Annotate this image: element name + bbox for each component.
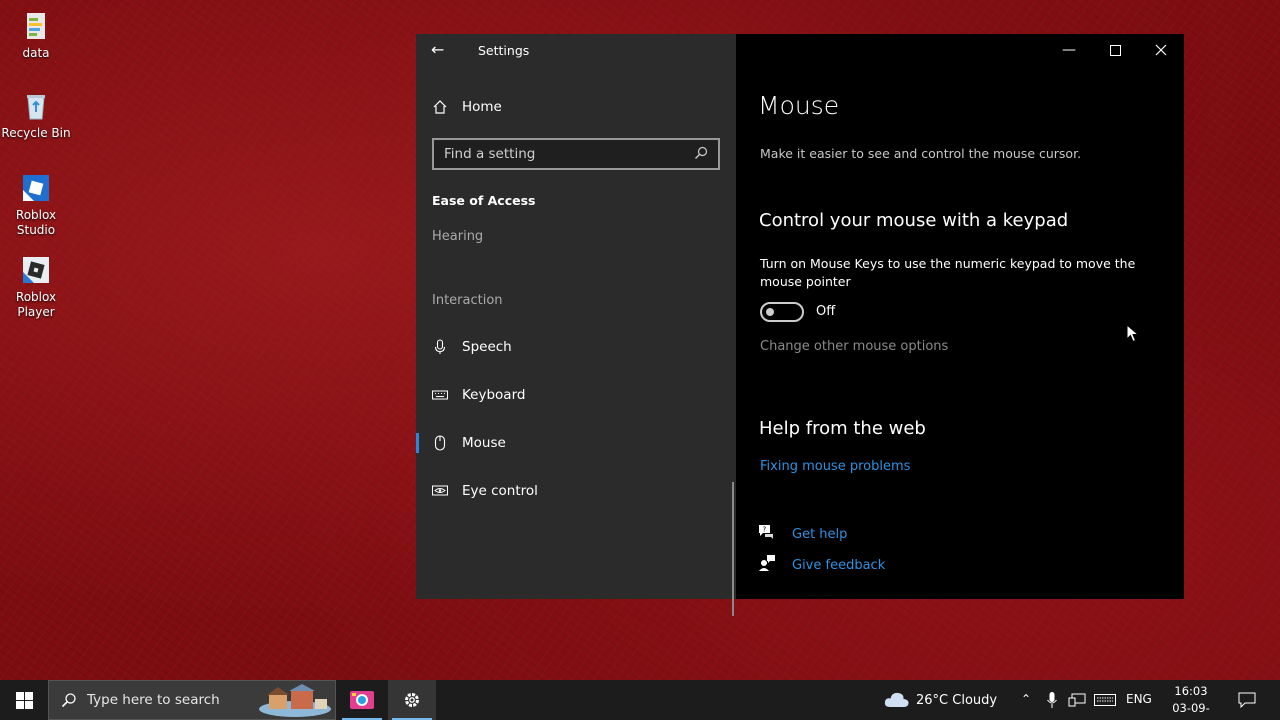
nav-item-hearing-partial[interactable]: Hearing — [432, 229, 483, 244]
sidebar-item-label: Keyboard — [462, 387, 526, 403]
page-description: Make it easier to see and control the mo… — [760, 146, 1082, 161]
settings-content: Mouse Make it easier to see and control … — [736, 34, 1184, 599]
toggle-state-label: Off — [816, 304, 836, 319]
find-setting-search[interactable] — [432, 138, 720, 170]
nav-scrollbar[interactable] — [732, 482, 734, 616]
desktop-icon-roblox-studio[interactable]: Roblox Studio — [1, 172, 71, 238]
get-help-link[interactable]: ? Get help — [758, 523, 847, 545]
network-icon[interactable] — [1068, 693, 1086, 707]
get-help-label: Get help — [792, 526, 848, 542]
page-title: Mouse — [758, 91, 840, 120]
back-arrow-icon[interactable]: ← — [431, 40, 444, 59]
search-icon — [61, 693, 76, 708]
keyboard-icon — [416, 387, 462, 403]
section-keypad-title: Control your mouse with a keypad — [759, 210, 1069, 231]
clock-date: 03-09-2024 — [1172, 701, 1210, 720]
clock-time: 16:03 — [1174, 684, 1208, 698]
fixing-mouse-problems-link[interactable]: Fixing mouse problems — [760, 459, 910, 474]
taskbar-search-input[interactable] — [87, 692, 247, 708]
taskbar-search[interactable] — [48, 680, 336, 720]
sidebar-item-label: Eye control — [462, 483, 538, 499]
search-icon[interactable] — [694, 145, 708, 164]
nav-section-title: Ease of Access — [432, 193, 536, 208]
desktop-icon-label: Recycle Bin — [1, 126, 71, 140]
nav-group-interaction: Interaction — [432, 293, 503, 308]
change-mouse-options-link[interactable]: Change other mouse options — [760, 339, 948, 354]
taskbar-app-settings[interactable] — [388, 680, 436, 720]
recycle-bin-icon — [20, 90, 52, 122]
desktop-icon-label: Roblox Player — [15, 290, 57, 319]
system-clock[interactable]: 16:03 03-09-2024 — [1158, 683, 1224, 720]
desktop-icon-recycle-bin[interactable]: Recycle Bin — [1, 90, 71, 141]
photo-app-icon — [350, 691, 374, 709]
desktop-icon-label: Roblox Studio — [15, 208, 57, 237]
weather-widget[interactable]: 26°C Cloudy — [884, 680, 997, 720]
windows-logo-icon — [15, 691, 33, 709]
start-button[interactable] — [0, 680, 48, 720]
mouse-keys-toggle[interactable] — [760, 302, 804, 322]
gear-icon — [405, 693, 419, 707]
taskbar: 26°C Cloudy ⌃ ENG 16:03 03-09-2024 — [0, 680, 1280, 720]
file-icon — [20, 10, 52, 42]
sidebar-item-label: Speech — [462, 339, 512, 355]
window-title: Settings — [478, 43, 530, 58]
language-indicator[interactable]: ENG — [1126, 692, 1152, 706]
svg-text:?: ? — [763, 526, 767, 534]
mouse-keys-description: Turn on Mouse Keys to use the numeric ke… — [760, 256, 1136, 289]
roblox-player-icon — [20, 254, 52, 286]
microphone-tray-icon[interactable] — [1047, 692, 1057, 708]
desktop-icon-data[interactable]: data — [1, 10, 71, 61]
section-help-title: Help from the web — [759, 418, 926, 439]
chat-help-icon: ? — [758, 523, 792, 545]
roblox-studio-icon — [20, 172, 52, 204]
sidebar-item-label: Mouse — [462, 435, 506, 451]
search-highlight-illustration-icon — [255, 683, 333, 719]
eye-control-icon — [416, 483, 462, 499]
desktop-icon-roblox-player[interactable]: Roblox Player — [1, 254, 71, 320]
nav-home-label: Home — [462, 99, 502, 115]
nav-home[interactable]: Home — [416, 87, 734, 127]
home-icon — [416, 99, 462, 115]
cloud-icon — [884, 692, 909, 707]
give-feedback-link[interactable]: Give feedback — [758, 554, 885, 576]
feedback-icon — [758, 554, 792, 576]
settings-window: ← Settings Home Ease of Access Hearing I… — [416, 34, 1184, 616]
mouse-cursor-icon — [1126, 324, 1140, 343]
taskbar-app-photos[interactable] — [338, 680, 386, 720]
give-feedback-label: Give feedback — [792, 557, 886, 573]
find-setting-input[interactable] — [444, 146, 684, 162]
sidebar-item-keyboard[interactable]: Keyboard — [416, 375, 734, 415]
settings-nav-pane: ← Settings Home Ease of Access Hearing I… — [416, 34, 736, 616]
desktop-icon-label: data — [22, 46, 50, 60]
weather-text: 26°C Cloudy — [916, 692, 998, 708]
sidebar-item-mouse[interactable]: Mouse — [416, 423, 734, 463]
microphone-icon — [416, 339, 462, 355]
active-indicator — [416, 433, 419, 453]
show-hidden-icons-chevron-icon[interactable]: ⌃ — [1021, 692, 1031, 706]
mouse-icon — [416, 435, 462, 451]
sidebar-item-speech[interactable]: Speech — [416, 327, 734, 367]
toggle-knob — [766, 308, 774, 316]
keyboard-tray-icon[interactable] — [1094, 694, 1116, 706]
notification-center-icon[interactable] — [1238, 692, 1256, 708]
sidebar-item-eye-control[interactable]: Eye control — [416, 471, 734, 511]
